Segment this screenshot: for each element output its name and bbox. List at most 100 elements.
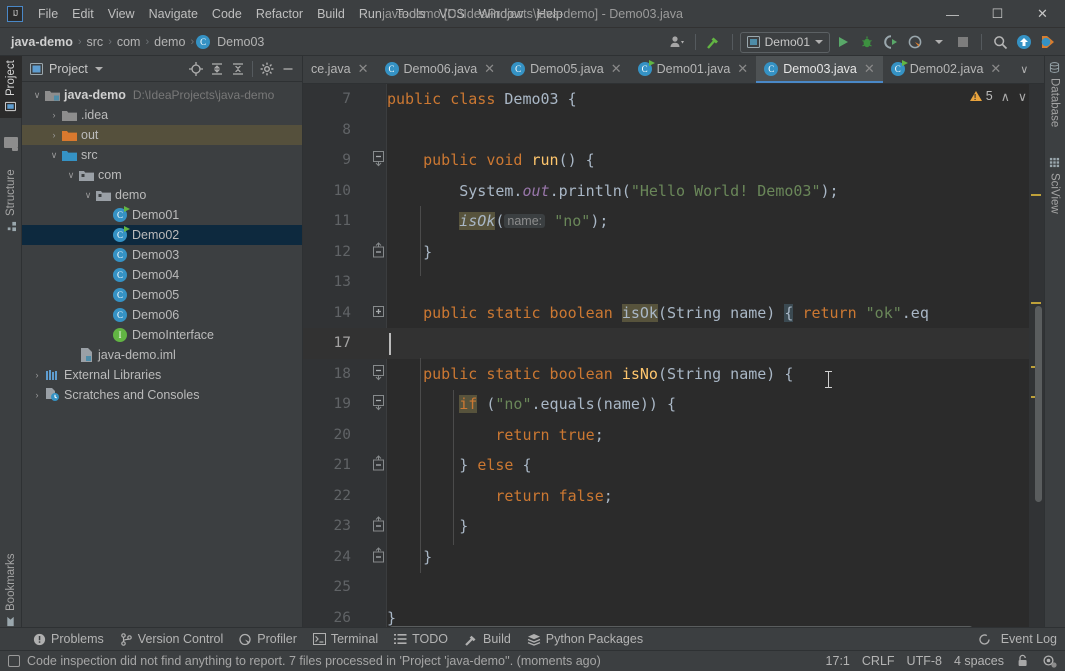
inspection-widget[interactable]: 5 ∧ ∨ xyxy=(969,86,1027,106)
tool-window-build[interactable]: Build xyxy=(457,630,518,648)
profiler-dropdown-icon[interactable] xyxy=(928,31,950,53)
tree-node-external-libraries[interactable]: › External Libraries xyxy=(22,365,302,385)
maximize-button[interactable]: ☐ xyxy=(975,0,1020,28)
menu-item-window[interactable]: Window xyxy=(472,4,530,24)
fold-end-icon[interactable] xyxy=(371,455,385,475)
tree-node-demo01[interactable]: C Demo01 xyxy=(22,205,302,225)
code-line-19[interactable]: 19 if ("no".equals(name)) { xyxy=(303,389,1044,420)
menu-item-edit[interactable]: Edit xyxy=(65,4,101,24)
fold-expand-icon[interactable] xyxy=(371,305,385,321)
run-icon[interactable] xyxy=(832,31,854,53)
tree-node--idea[interactable]: › .idea xyxy=(22,105,302,125)
inspection-eye-icon[interactable] xyxy=(1042,654,1057,668)
collapse-all-icon[interactable] xyxy=(228,59,248,79)
search-everywhere-icon[interactable] xyxy=(989,31,1011,53)
chevron-down-icon[interactable]: ∨ xyxy=(30,90,44,101)
line-number[interactable]: 23 xyxy=(303,518,351,534)
debug-icon[interactable] xyxy=(856,31,878,53)
chevron-down-icon[interactable]: ∨ xyxy=(81,190,95,201)
chevron-down-icon[interactable]: ∨ xyxy=(47,150,61,161)
menu-item-file[interactable]: File xyxy=(31,4,65,24)
settings-gear-icon[interactable] xyxy=(257,59,277,79)
close-icon[interactable]: ✕ xyxy=(864,61,875,77)
menu-item-help[interactable]: Help xyxy=(530,4,570,24)
line-number[interactable]: 9 xyxy=(303,152,351,168)
tree-node-demointerface[interactable]: I DemoInterface xyxy=(22,325,302,345)
close-icon[interactable]: ✕ xyxy=(484,61,495,77)
sidebar-item-project[interactable]: Project xyxy=(0,56,22,118)
indent-setting[interactable]: 4 spaces xyxy=(954,654,1004,668)
tree-node-java-demo[interactable]: ∨ java-demo D:\IdeaProjects\java-demo xyxy=(22,85,302,105)
line-number[interactable]: 14 xyxy=(303,305,351,321)
close-button[interactable]: ✕ xyxy=(1020,0,1065,28)
project-folder-icon-tab[interactable] xyxy=(0,118,22,154)
tree-node-demo06[interactable]: C Demo06 xyxy=(22,305,302,325)
close-icon[interactable]: ✕ xyxy=(611,61,622,77)
line-number[interactable]: 10 xyxy=(303,183,351,199)
code-line-14[interactable]: 14 public static boolean isOk(String nam… xyxy=(303,298,1044,329)
menu-item-code[interactable]: Code xyxy=(205,4,249,24)
build-hammer-icon[interactable] xyxy=(703,31,725,53)
code-line-12[interactable]: 12 } xyxy=(303,237,1044,268)
tool-window-problems[interactable]: Problems xyxy=(26,630,111,648)
tool-window-event-log[interactable]: Event Log xyxy=(971,630,1065,648)
code-line-13[interactable]: 13 xyxy=(303,267,1044,298)
fold-end-icon[interactable] xyxy=(371,516,385,536)
sidebar-item-sciview[interactable]: SciView xyxy=(1044,151,1065,223)
tool-window-python-packages[interactable]: Python Packages xyxy=(520,630,650,648)
project-tree[interactable]: ∨ java-demo D:\IdeaProjects\java-demo › .ide… xyxy=(22,83,302,635)
breadcrumb-item-src[interactable]: src xyxy=(84,34,107,50)
editor-tab-demo01-java[interactable]: C Demo01.java ✕ xyxy=(630,56,757,83)
code-line-9[interactable]: 9 public void run() { xyxy=(303,145,1044,176)
fold-collapse-icon[interactable] xyxy=(371,364,385,384)
chevron-down-icon[interactable] xyxy=(94,66,103,71)
menu-item-tools[interactable]: Tools xyxy=(389,4,432,24)
menu-item-vcs[interactable]: VCS xyxy=(432,4,472,24)
breadcrumb-item-java-demo[interactable]: java-demo xyxy=(8,34,76,50)
expand-all-icon[interactable] xyxy=(207,59,227,79)
run-with-coverage-icon[interactable] xyxy=(880,31,902,53)
code-line-21[interactable]: 21 } else { xyxy=(303,450,1044,481)
code-line-23[interactable]: 23 } xyxy=(303,511,1044,542)
menu-item-navigate[interactable]: Navigate xyxy=(142,4,205,24)
git-push-icon[interactable] xyxy=(1037,31,1059,53)
chevron-right-icon[interactable]: › xyxy=(47,110,61,120)
prev-problem-icon[interactable]: ∧ xyxy=(1001,89,1010,104)
tool-window-profiler[interactable]: Profiler xyxy=(232,630,304,648)
tree-node-demo05[interactable]: C Demo05 xyxy=(22,285,302,305)
tree-node-demo04[interactable]: C Demo04 xyxy=(22,265,302,285)
user-avatar-icon[interactable] xyxy=(666,31,688,53)
tree-node-demo[interactable]: ∨ demo xyxy=(22,185,302,205)
line-number[interactable]: 24 xyxy=(303,549,351,565)
chevron-right-icon[interactable]: › xyxy=(30,370,44,380)
editor-tab-ce-java[interactable]: ce.java ✕ xyxy=(303,56,377,83)
sidebar-item-bookmarks[interactable]: Bookmarks xyxy=(0,551,22,633)
sidebar-item-structure[interactable]: Structure xyxy=(0,160,22,238)
profiler-icon[interactable] xyxy=(904,31,926,53)
code-line-24[interactable]: 24 } xyxy=(303,542,1044,573)
line-number[interactable]: 8 xyxy=(303,122,351,138)
close-icon[interactable]: ✕ xyxy=(737,61,748,77)
hide-panel-icon[interactable] xyxy=(278,59,298,79)
fold-end-icon[interactable] xyxy=(371,547,385,567)
sidebar-item-database[interactable]: Database xyxy=(1044,56,1065,134)
code-line-7[interactable]: 7 public class Demo03 { xyxy=(303,84,1044,115)
next-problem-icon[interactable]: ∨ xyxy=(1018,89,1027,104)
more-options-icon[interactable]: ⋮ xyxy=(1037,59,1044,81)
code-line-20[interactable]: 20 return true; xyxy=(303,420,1044,451)
tool-window-todo[interactable]: TODO xyxy=(387,630,455,648)
minimize-button[interactable]: — xyxy=(930,0,975,28)
fold-collapse-icon[interactable] xyxy=(371,150,385,170)
code-line-25[interactable]: 25 xyxy=(303,572,1044,603)
line-separator[interactable]: CRLF xyxy=(862,654,895,668)
line-number[interactable]: 13 xyxy=(303,274,351,290)
fold-end-icon[interactable] xyxy=(371,242,385,262)
code-line-10[interactable]: 10 System.out.println("Hello World! Demo… xyxy=(303,176,1044,207)
tree-node-java-demo-iml[interactable]: java-demo.iml xyxy=(22,345,302,365)
inspection-mark[interactable] xyxy=(1031,194,1041,196)
line-number[interactable]: 25 xyxy=(303,579,351,595)
editor-tab-demo06-java[interactable]: C Demo06.java ✕ xyxy=(377,56,504,83)
line-number[interactable]: 7 xyxy=(303,91,351,107)
line-number[interactable]: 22 xyxy=(303,488,351,504)
editor-tab-demo03-java[interactable]: C Demo03.java ✕ xyxy=(756,56,883,83)
